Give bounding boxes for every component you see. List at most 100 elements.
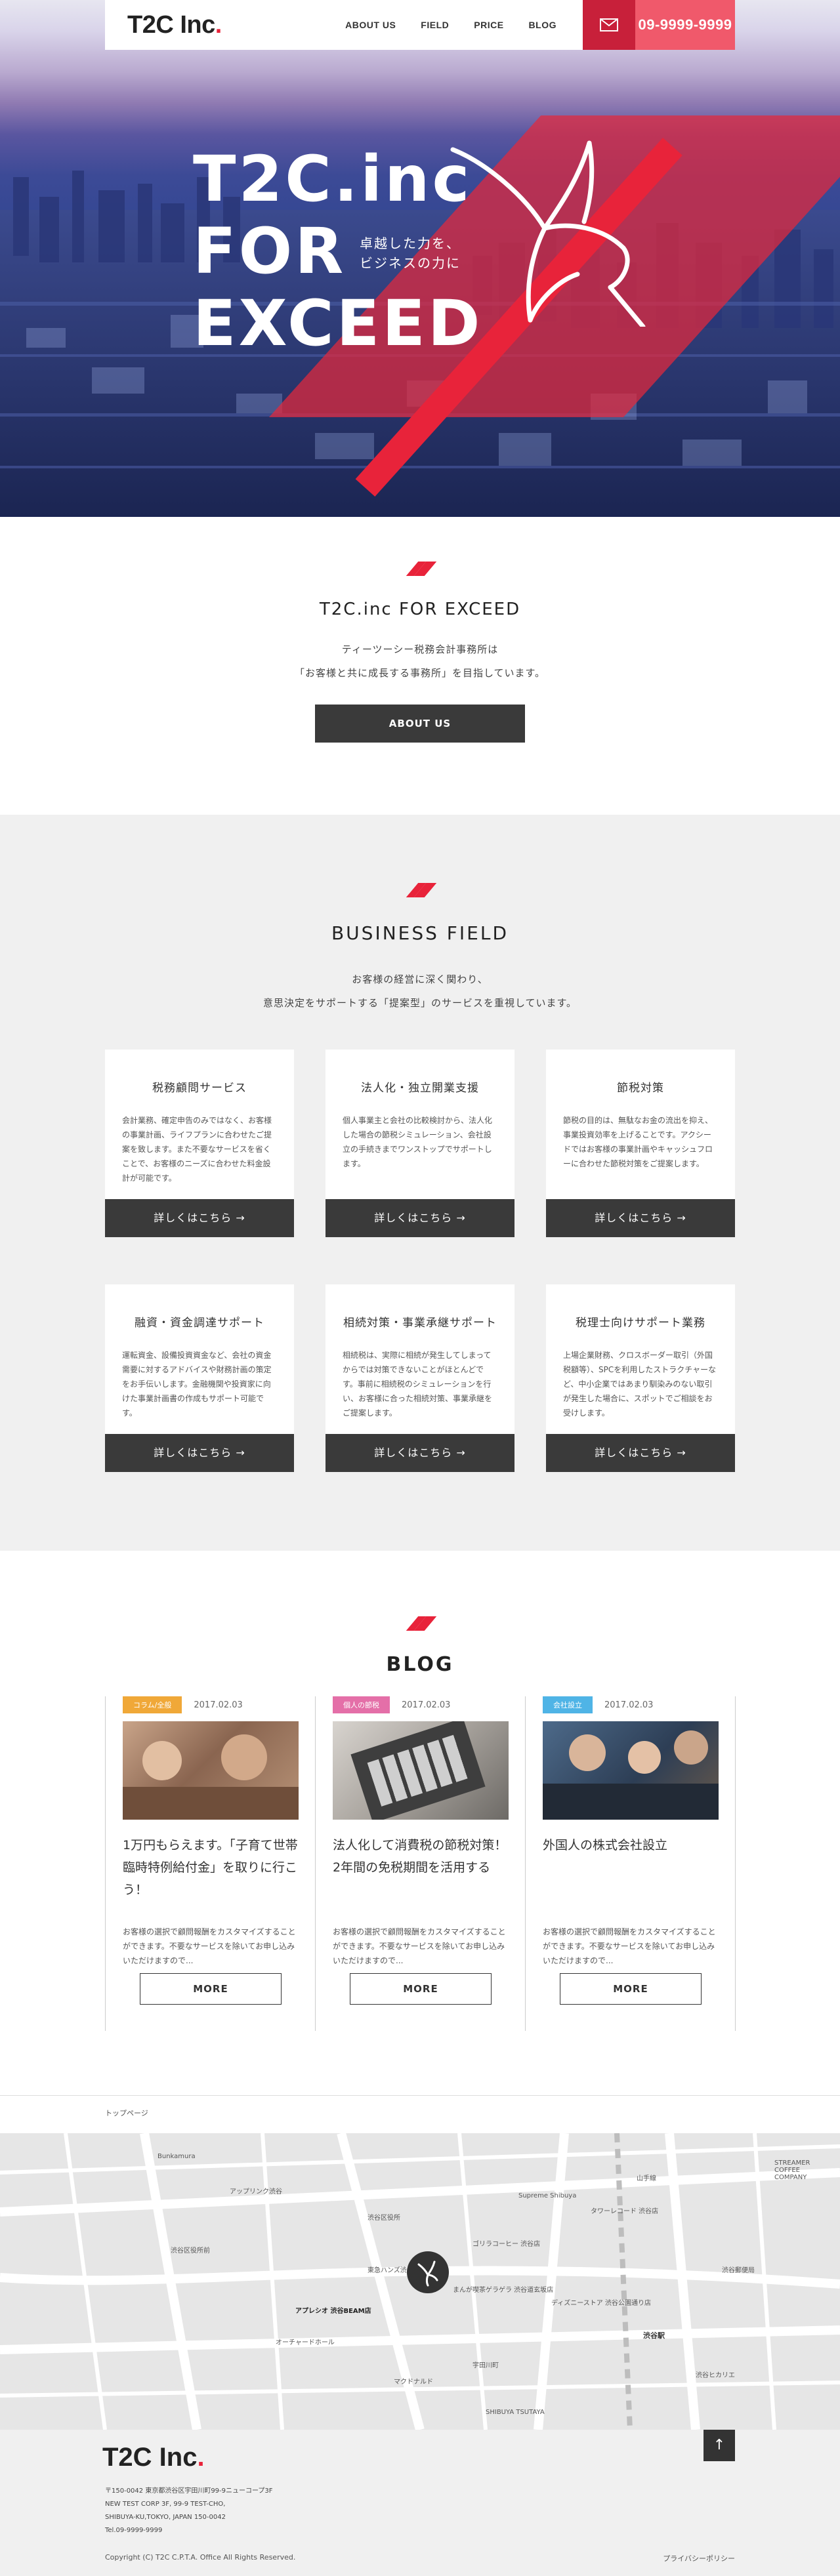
nav-blog[interactable]: BLOG (529, 20, 556, 30)
map-label: アップリンク渋谷 (230, 2188, 282, 2196)
post-meta: 会社設立 2017.02.03 (543, 1696, 718, 1713)
service-card-more-button[interactable]: 詳しくはこちら → (546, 1434, 735, 1472)
nav-about-us[interactable]: ABOUT US (345, 20, 396, 30)
post-thumbnail[interactable] (123, 1721, 299, 1820)
service-card: 融資・資金調達サポート 運転資金、設備投資資金など、会社の資金需要に対するアドバ… (105, 1284, 294, 1472)
hero-subtitle: 卓越した力を、 ビジネスの力に (360, 234, 461, 273)
footer-address-line1: 〒150-0042 東京都渋谷区宇田川町99-9ニューコープ3F (105, 2487, 273, 2495)
post-excerpt: お客様の選択で顧問報酬をカスタマイズすることができます。不要なサービスを除いてお… (333, 1927, 506, 1965)
footer-logo-dot: . (197, 2443, 205, 2472)
privacy-policy-link[interactable]: プライバシーポリシー (663, 2553, 735, 2564)
service-card-more-button[interactable]: 詳しくはこちら → (546, 1199, 735, 1237)
blog-post: 会社設立 2017.02.03 外国人の株式会社設立 お客様の選択で顧問報酬をカ… (526, 1696, 736, 2031)
post-excerpt: お客様の選択で顧問報酬をカスタマイズすることができます。不要なサービスを除いてお… (123, 1927, 296, 1965)
post-more-button[interactable]: MORE (350, 1973, 492, 2005)
service-card-more-button[interactable]: 詳しくはこちら → (105, 1199, 294, 1237)
post-date: 2017.02.03 (402, 1700, 451, 1710)
service-card-more-button[interactable]: 詳しくはこちら → (105, 1434, 294, 1472)
service-card-text: 上場企業財務、クロスボーダー取引（外国税額等）、SPCを利用したストラクチャーな… (563, 1351, 717, 1418)
map-label: 渋谷駅 (643, 2331, 665, 2340)
section-accent-mark (407, 562, 433, 575)
map-label: オーチャードホール (276, 2339, 335, 2346)
service-card: 節税対策 節税の目的は、無駄なお金の流出を抑え、事業投資効率を上げることです。ア… (546, 1050, 735, 1237)
footer-address: 〒150-0042 東京都渋谷区宇田川町99-9ニューコープ3F NEW TES… (105, 2485, 273, 2537)
service-card-more-button[interactable]: 詳しくはこちら → (326, 1199, 514, 1237)
about-line1: ティーツーシー税務会計事務所は (341, 644, 499, 655)
map-label: 渋谷区役所 (368, 2215, 400, 2222)
map-label: 渋谷区役所前 (171, 2247, 210, 2255)
post-thumbnail[interactable] (543, 1721, 719, 1820)
service-card: 税理士向けサポート業務 上場企業財務、クロスボーダー取引（外国税額等）、SPCを… (546, 1284, 735, 1472)
logo-text: T2C Inc (127, 10, 215, 39)
map-label: ゴリラコーヒー 渋谷店 (472, 2241, 541, 2248)
map-label: マクドナルド (394, 2379, 433, 2386)
logo-dot: . (215, 10, 222, 39)
service-card-text: 節税の目的は、無駄なお金の流出を抑え、事業投資効率を上げることです。アクシードで… (563, 1116, 713, 1168)
post-more-button[interactable]: MORE (560, 1973, 702, 2005)
mail-icon (600, 18, 618, 31)
map-label: SHIBUYA TSUTAYA (486, 2409, 545, 2416)
hero-title-line3: EXCEED (193, 287, 483, 360)
breadcrumb-home[interactable]: トップページ (105, 2108, 148, 2118)
map-label: アプレシオ 渋谷BEAM店 (295, 2308, 371, 2315)
post-category-badge[interactable]: 個人の節税 (333, 1696, 390, 1713)
map-label: Bunkamura (158, 2153, 196, 2160)
post-title[interactable]: 法人化して消費税の節税対策！2年間の免税期間を活用する (333, 1834, 508, 1879)
service-card-title: 税理士向けサポート業務 (576, 1317, 705, 1330)
map-label: 宇田川町 (472, 2362, 499, 2369)
hero-subtitle-line1: 卓越した力を、 (360, 235, 461, 251)
post-title[interactable]: 外国人の株式会社設立 (543, 1834, 718, 1856)
site-logo[interactable]: T2C Inc. (127, 11, 222, 39)
footer-logo[interactable]: T2C Inc. (102, 2443, 205, 2472)
about-heading: T2C.inc FOR EXCEED (319, 600, 521, 619)
main-nav: ABOUT US FIELD PRICE BLOG (345, 20, 556, 30)
access-map[interactable]: Bunkamura アップリンク渋谷 東急ハンズ渋谷店 まんが喫茶ゲラゲラ 渋谷… (0, 2133, 840, 2430)
post-thumbnail[interactable] (333, 1721, 509, 1820)
service-card-title: 融資・資金調達サポート (135, 1317, 264, 1330)
map-label: 渋谷ヒカリエ (696, 2372, 735, 2379)
post-meta: 個人の節税 2017.02.03 (333, 1696, 508, 1713)
field-lead-line2: 意思決定をサポートする「提案型」のサービスを重視しています。 (262, 997, 578, 1009)
field-lead: お客様の経営に深く関わり、意思決定をサポートする「提案型」のサービスを重視してい… (0, 968, 840, 1015)
nav-price[interactable]: PRICE (474, 20, 503, 30)
map-label: Supreme Shibuya (518, 2192, 577, 2199)
contact-mail-button[interactable] (583, 0, 635, 50)
map-label: まんが喫茶ゲラゲラ 渋谷道玄坂店 (453, 2287, 554, 2294)
section-accent-mark (407, 883, 433, 896)
service-card-title: 節税対策 (617, 1082, 664, 1095)
post-title[interactable]: 1万円もらえます。「子育て世帯臨時特例給付金」を取りに行こう！ (123, 1834, 298, 1901)
hero-section: T2C.inc FOR EXCEED 卓越した力を、 ビジネスの力に (0, 0, 840, 517)
blog-post: コラム/全般 2017.02.03 1万円もらえます。「子育て世帯臨時特例給付金… (106, 1696, 316, 2031)
service-card: 法人化・独立開業支援 個人事業主と会社の比較検討から、法人化した場合の節税シミュ… (326, 1050, 514, 1237)
post-meta: コラム/全般 2017.02.03 (123, 1696, 298, 1713)
map-location-pin[interactable] (407, 2251, 449, 2293)
field-heading: BUSINESS FIELD (331, 922, 509, 944)
post-category-badge[interactable]: コラム/全般 (123, 1696, 182, 1713)
post-more-button[interactable]: MORE (140, 1973, 282, 2005)
about-us-button[interactable]: ABOUT US (315, 705, 525, 743)
post-date: 2017.02.03 (604, 1700, 654, 1710)
back-to-top-button[interactable]: ↑ (704, 2430, 735, 2461)
map-label: STREAMER COFFEE COMPANY (774, 2159, 810, 2181)
copyright: Copyright (C) T2C C.P.T.A. Office All Ri… (105, 2553, 296, 2562)
service-cards: 税務顧問サービス 会計業務、確定申告のみではなく、お客様の事業計画、ライフプラン… (105, 1050, 735, 1472)
section-accent-mark (407, 1616, 433, 1629)
post-excerpt: お客様の選択で顧問報酬をカスタマイズすることができます。不要なサービスを除いてお… (543, 1927, 716, 1965)
footer-address-line2: NEW TEST CORP 3F, 99-9 TEST-CHO, (105, 2501, 226, 2508)
map-label: 山手線 (637, 2175, 656, 2182)
blog-heading: BLOG (386, 1653, 454, 1676)
service-card: 相続対策・事業承継サポート 相続税は、実際に相続が発生してしまってからでは対策で… (326, 1284, 514, 1472)
site-header: T2C Inc. ABOUT US FIELD PRICE BLOG 09-99… (105, 0, 735, 50)
service-card-title: 相続対策・事業承継サポート (343, 1317, 497, 1330)
footer-address-line3: SHIBUYA-KU,TOKYO, JAPAN 150-0042 (105, 2514, 226, 2521)
nav-field[interactable]: FIELD (421, 20, 449, 30)
phone-number[interactable]: 09-9999-9999 (635, 0, 735, 50)
service-card-more-button[interactable]: 詳しくはこちら → (326, 1434, 514, 1472)
post-date: 2017.02.03 (194, 1700, 243, 1710)
map-label: 渋谷郵便局 (722, 2267, 755, 2274)
service-card-title: 税務顧問サービス (152, 1082, 247, 1095)
post-category-badge[interactable]: 会社設立 (543, 1696, 593, 1713)
field-lead-line1: お客様の経営に深く関わり、 (352, 973, 488, 985)
map-label: ディズニーストア 渋谷公園通り店 (551, 2300, 651, 2307)
service-card-text: 相続税は、実際に相続が発生してしまってからでは対策できないことがほとんどです。事… (343, 1351, 493, 1418)
